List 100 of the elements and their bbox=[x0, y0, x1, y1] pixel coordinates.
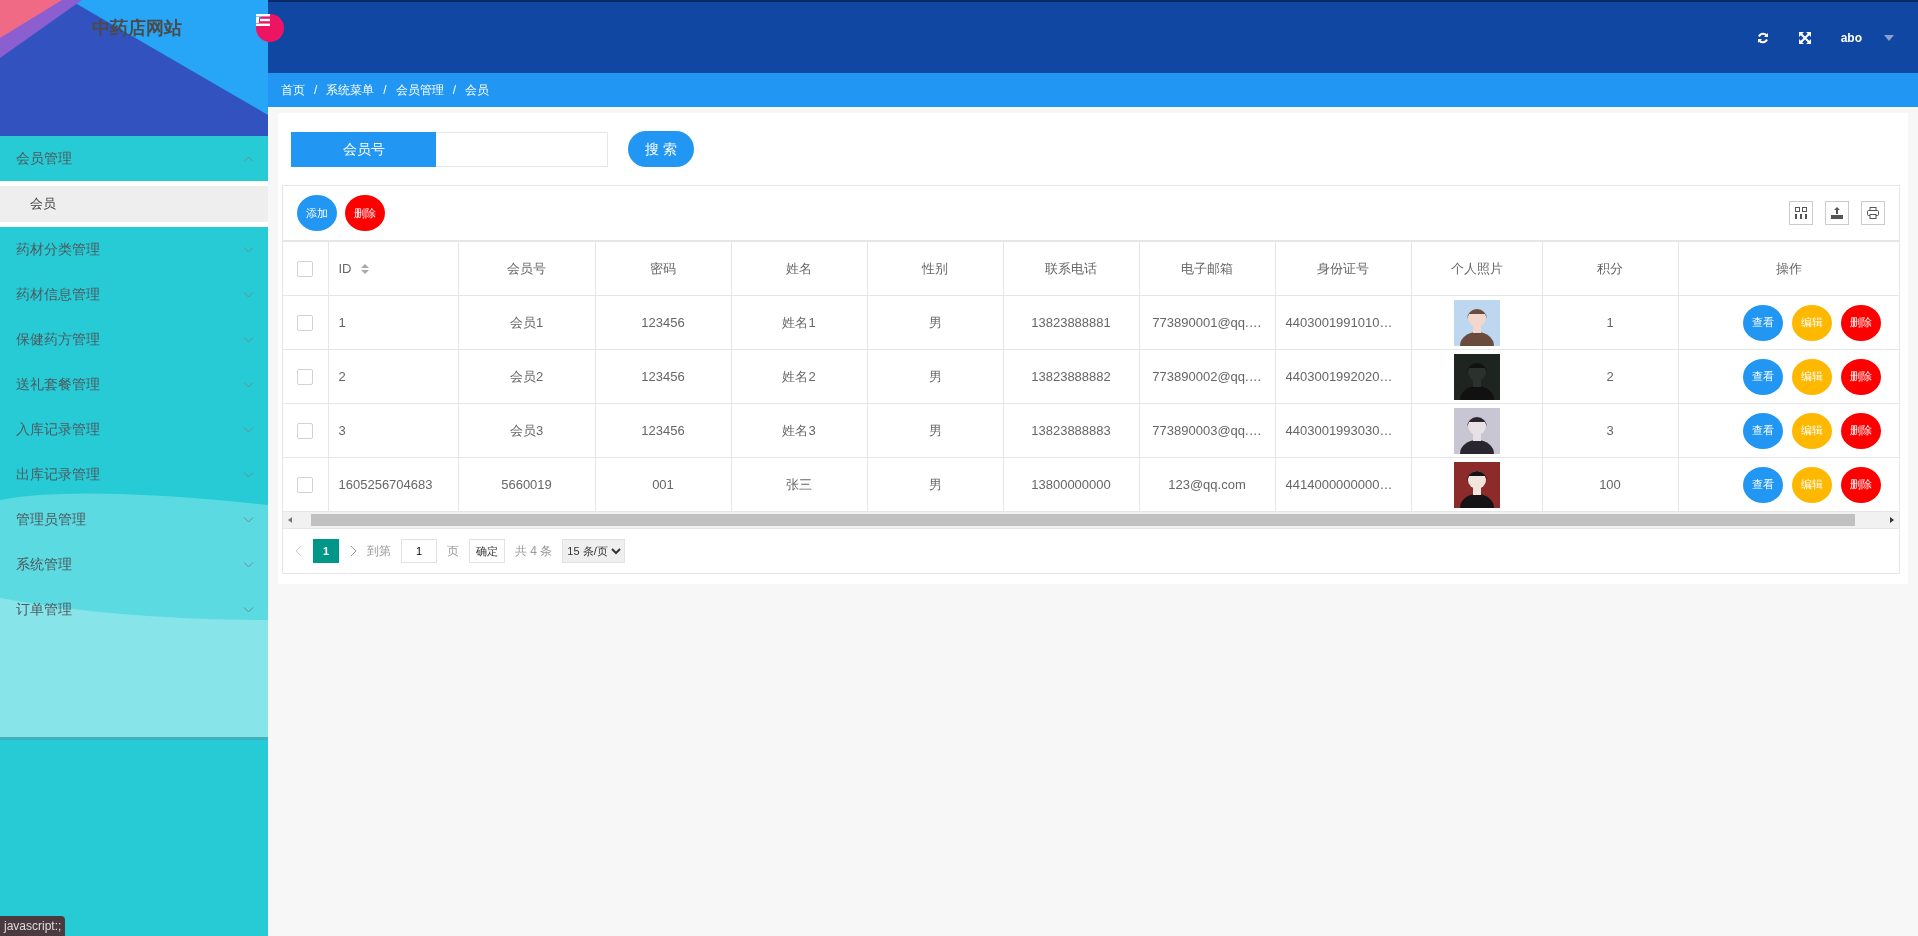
delete-button[interactable]: 删除 bbox=[1840, 304, 1881, 341]
view-button[interactable]: 查看 bbox=[1742, 466, 1783, 503]
chevron-icon bbox=[243, 155, 254, 162]
goto-label: 到第 bbox=[367, 543, 391, 560]
row-checkbox[interactable] bbox=[297, 423, 314, 440]
menu-label: 系统管理 bbox=[16, 555, 72, 574]
column-header: ID bbox=[338, 260, 352, 276]
table-cell: 773890001@qq.… bbox=[1152, 314, 1262, 330]
fullscreen-icon[interactable] bbox=[1798, 31, 1811, 44]
table-cell: 123456 bbox=[641, 422, 685, 438]
view-button[interactable]: 查看 bbox=[1742, 358, 1783, 395]
print-icon[interactable] bbox=[1861, 201, 1885, 225]
menu-item[interactable]: 药材信息管理 bbox=[0, 272, 268, 317]
menu-label: 管理员管理 bbox=[16, 510, 86, 529]
row-checkbox[interactable] bbox=[297, 477, 314, 494]
column-header: 电子邮箱 bbox=[1181, 260, 1233, 276]
site-title: 中药店网站 bbox=[92, 17, 182, 40]
view-button[interactable]: 查看 bbox=[1742, 412, 1783, 449]
table-cell: 13823888883 bbox=[1031, 422, 1111, 438]
breadcrumb-link[interactable]: 会员管理 bbox=[395, 81, 444, 99]
select-all-checkbox[interactable] bbox=[297, 261, 314, 278]
table-cell: 姓名2 bbox=[782, 368, 816, 384]
sort-icon[interactable] bbox=[361, 264, 370, 275]
breadcrumb-separator: / bbox=[452, 82, 457, 99]
menu-item[interactable]: 保健药方管理 bbox=[0, 317, 268, 362]
table-cell: 姓名3 bbox=[782, 422, 816, 438]
table-cell: 姓名1 bbox=[782, 314, 816, 330]
chevron-icon bbox=[243, 426, 254, 433]
delete-button[interactable]: 删除 bbox=[1840, 466, 1881, 503]
table-cell: 123@qq.com bbox=[1168, 476, 1246, 492]
delete-button[interactable]: 删除 bbox=[1840, 358, 1881, 395]
table-cell: 100 bbox=[1599, 476, 1621, 492]
menu-label: 会员管理 bbox=[16, 149, 72, 168]
field-label: 会员号 bbox=[291, 131, 436, 167]
refresh-icon[interactable] bbox=[1756, 31, 1769, 44]
page-number-field[interactable]: 1 bbox=[401, 539, 437, 563]
chevron-icon bbox=[243, 246, 254, 253]
breadcrumb-link[interactable]: 系统菜单 bbox=[326, 81, 375, 99]
menu-item[interactable]: 订单管理 bbox=[0, 587, 268, 632]
table-cell: 4403001991010… bbox=[1285, 314, 1393, 330]
submenu-item[interactable]: 会员 bbox=[0, 186, 268, 222]
column-header: 性别 bbox=[922, 260, 948, 276]
breadcrumb-link[interactable]: 首页 bbox=[281, 81, 305, 99]
table-cell: 4403001993030… bbox=[1285, 422, 1393, 438]
menu-label: 药材分类管理 bbox=[16, 240, 100, 259]
menu-item[interactable]: 药材分类管理 bbox=[0, 227, 268, 272]
previous-page-icon[interactable] bbox=[295, 545, 303, 557]
horizontal-scrollbar[interactable] bbox=[283, 512, 1899, 528]
next-page-icon[interactable] bbox=[349, 545, 357, 557]
menu-item[interactable]: 入库记录管理 bbox=[0, 407, 268, 452]
view-button[interactable]: 查看 bbox=[1742, 304, 1783, 341]
table-cell: 13800000000 bbox=[1031, 476, 1111, 492]
caret-icon[interactable] bbox=[1884, 34, 1894, 41]
chevron-icon bbox=[243, 606, 254, 613]
column-header: 联系电话 bbox=[1045, 260, 1097, 276]
menu-item[interactable]: 送礼套餐管理 bbox=[0, 362, 268, 407]
column-header: 会员号 bbox=[507, 260, 546, 276]
table-cell: 男 bbox=[928, 422, 942, 438]
chevron-icon bbox=[243, 336, 254, 343]
table-cell: 3 bbox=[338, 422, 346, 438]
breadcrumb-separator: / bbox=[314, 82, 318, 99]
column-header: 姓名 bbox=[786, 260, 812, 276]
menu-item[interactable]: 出库记录管理 bbox=[0, 452, 268, 497]
table-cell: 123456 bbox=[641, 314, 685, 330]
status-text: javascript:; bbox=[0, 916, 66, 936]
page-size-select[interactable]: 15 条/页 bbox=[562, 539, 626, 563]
page-unit-label: 页 bbox=[447, 543, 459, 560]
table-cell: 会员2 bbox=[509, 368, 544, 384]
search-field[interactable] bbox=[436, 131, 608, 167]
menu-label: 订单管理 bbox=[16, 600, 72, 619]
table-cell: 1 bbox=[1606, 314, 1614, 330]
add-button[interactable]: 添加 bbox=[297, 195, 337, 231]
table-cell: 1 bbox=[338, 314, 346, 330]
menu-item[interactable]: 系统管理 bbox=[0, 542, 268, 587]
table-cell: 13823888882 bbox=[1031, 368, 1111, 384]
table-cell: 13823888881 bbox=[1031, 314, 1111, 330]
user-name[interactable]: abo bbox=[1840, 28, 1862, 47]
export-icon[interactable] bbox=[1825, 201, 1849, 225]
columns-icon[interactable] bbox=[1789, 201, 1813, 225]
row-checkbox[interactable] bbox=[297, 369, 314, 386]
table-cell: 4403001992020… bbox=[1285, 368, 1393, 384]
table-cell: 2 bbox=[338, 368, 346, 384]
menu-item[interactable]: 会员管理 bbox=[0, 136, 268, 181]
column-header: 个人照片 bbox=[1450, 260, 1503, 276]
table-cell: 2 bbox=[1606, 368, 1614, 384]
table-cell: 男 bbox=[928, 476, 942, 492]
table-cell: 张三 bbox=[786, 476, 812, 492]
search-button[interactable]: 搜 索 bbox=[628, 131, 694, 167]
delete-button[interactable]: 删除 bbox=[1840, 412, 1881, 449]
chevron-icon bbox=[243, 561, 254, 568]
column-header: 身份证号 bbox=[1317, 260, 1369, 276]
page-button[interactable]: 1 bbox=[313, 539, 339, 563]
breadcrumb-link[interactable]: 会员 bbox=[465, 81, 490, 99]
row-checkbox[interactable] bbox=[297, 315, 314, 332]
chevron-icon bbox=[243, 291, 254, 298]
menu-item[interactable]: 管理员管理 bbox=[0, 497, 268, 542]
table-cell: 001 bbox=[652, 476, 674, 492]
delete-button[interactable]: 删除 bbox=[345, 195, 385, 231]
confirm-button[interactable]: 确定 bbox=[469, 539, 505, 563]
table-cell: 123456 bbox=[641, 368, 685, 384]
